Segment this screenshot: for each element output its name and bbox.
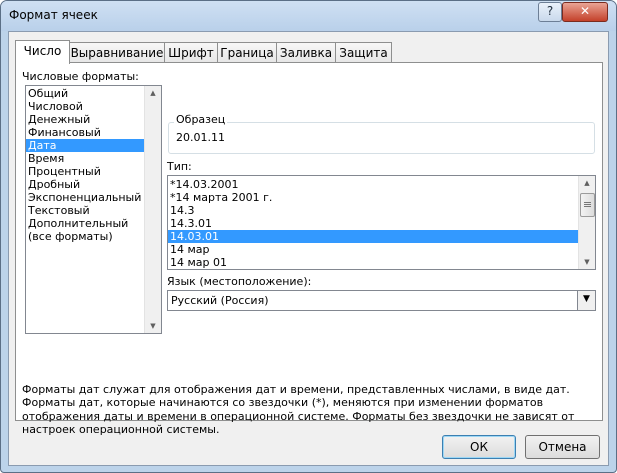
type-item-selected[interactable]: 14.03.01 (168, 230, 595, 243)
category-item[interactable]: Экспоненциальный (26, 191, 161, 204)
category-item[interactable]: Денежный (26, 113, 161, 126)
type-listbox[interactable]: *14.03.2001 *14 марта 2001 г. 14.3 14.3.… (167, 175, 596, 270)
locale-label: Язык (местоположение): (167, 275, 312, 288)
type-item[interactable]: *14 марта 2001 г. (168, 191, 595, 204)
sample-group: 20.01.11 (168, 122, 595, 154)
title-bar: Формат ячеек ? ✕ (1, 1, 616, 31)
category-item[interactable]: Процентный (26, 165, 161, 178)
type-item[interactable]: 14 мар 01 (168, 256, 595, 269)
type-scrollbar[interactable]: ▲ ▼ (578, 176, 595, 269)
category-item[interactable]: Финансовый (26, 126, 161, 139)
tab-alignment[interactable]: Выравнивание (69, 42, 165, 63)
cancel-button[interactable]: Отмена (525, 435, 600, 459)
category-item-selected[interactable]: Дата (26, 139, 161, 152)
scroll-up-arrow-icon[interactable]: ▲ (579, 176, 595, 190)
locale-value: Русский (Россия) (171, 294, 269, 307)
category-item[interactable]: Числовой (26, 100, 161, 113)
scroll-thumb[interactable] (580, 193, 595, 217)
type-item[interactable]: *14.03.2001 (168, 178, 595, 191)
category-item[interactable]: Дробный (26, 178, 161, 191)
category-items: Общий Числовой Денежный Финансовый Дата … (26, 86, 161, 243)
sample-value: 20.01.11 (176, 131, 225, 144)
type-items: *14.03.2001 *14 марта 2001 г. 14.3 14.3.… (168, 176, 595, 269)
tab-font[interactable]: Шрифт (164, 42, 218, 63)
scroll-down-arrow-icon[interactable]: ▼ (579, 255, 595, 269)
tab-protection[interactable]: Защита (335, 42, 392, 63)
format-cells-dialog: Формат ячеек ? ✕ Число Выравнивание Шриф… (0, 0, 617, 473)
tab-fill[interactable]: Заливка (276, 42, 336, 63)
close-button[interactable]: ✕ (562, 2, 608, 22)
grip-line-icon (584, 204, 591, 205)
type-item[interactable]: 14.3.01 (168, 217, 595, 230)
type-item[interactable]: 14.3 (168, 204, 595, 217)
type-label: Тип: (167, 160, 192, 173)
category-item[interactable]: Текстовый (26, 204, 161, 217)
dialog-body: Число Выравнивание Шрифт Граница Заливка… (8, 31, 609, 466)
grip-line-icon (584, 206, 591, 207)
chevron-down-icon[interactable]: ▼ (577, 291, 595, 310)
tab-panel-number: Числовые форматы: Общий Числовой Денежны… (15, 62, 603, 436)
format-description: Форматы дат служат для отображения дат и… (22, 383, 575, 436)
ok-button[interactable]: ОК (442, 435, 516, 459)
category-label: Числовые форматы: (22, 70, 139, 83)
category-item[interactable]: Дополнительный (26, 217, 161, 230)
scroll-down-arrow-icon[interactable]: ▼ (145, 319, 161, 333)
category-scrollbar[interactable]: ▲ ▼ (144, 86, 161, 333)
category-item[interactable]: Общий (26, 87, 161, 100)
scroll-up-arrow-icon[interactable]: ▲ (145, 86, 161, 100)
category-listbox[interactable]: Общий Числовой Денежный Финансовый Дата … (25, 85, 162, 334)
tab-border[interactable]: Граница (217, 42, 277, 63)
dialog-title: Формат ячеек (9, 8, 98, 22)
help-button[interactable]: ? (538, 2, 562, 22)
tab-number[interactable]: Число (15, 40, 70, 64)
category-item[interactable]: Время (26, 152, 161, 165)
locale-dropdown[interactable]: Русский (Россия) ▼ (167, 290, 596, 311)
sample-label: Образец (174, 113, 228, 126)
type-item[interactable]: 14 мар (168, 243, 595, 256)
category-item[interactable]: (все форматы) (26, 230, 161, 243)
grip-line-icon (584, 202, 591, 203)
